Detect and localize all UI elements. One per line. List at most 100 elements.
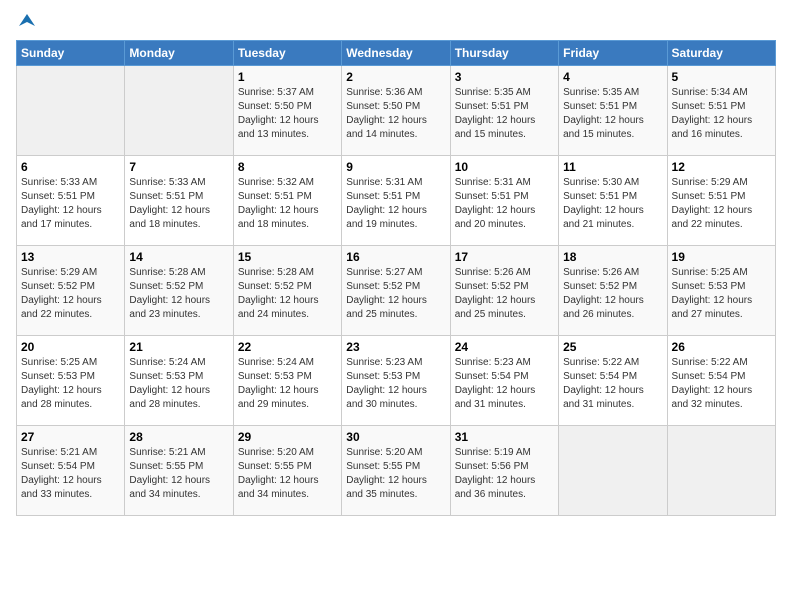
day-info: Sunrise: 5:29 AM Sunset: 5:51 PM Dayligh… [672,176,771,232]
day-info: Sunrise: 5:24 AM Sunset: 5:53 PM Dayligh… [238,356,337,412]
day-info: Sunrise: 5:20 AM Sunset: 5:55 PM Dayligh… [346,446,445,502]
day-info: Sunrise: 5:28 AM Sunset: 5:52 PM Dayligh… [238,266,337,322]
week-row-1: 1 Sunrise: 5:37 AM Sunset: 5:50 PM Daylig… [17,66,776,156]
day-info: Sunrise: 5:22 AM Sunset: 5:54 PM Dayligh… [563,356,662,412]
day-number: 12 [672,160,771,174]
col-header-saturday: Saturday [667,41,775,66]
day-cell: 8 Sunrise: 5:32 AM Sunset: 5:51 PM Daylig… [233,156,341,246]
day-number: 28 [129,430,228,444]
day-info: Sunrise: 5:33 AM Sunset: 5:51 PM Dayligh… [21,176,120,232]
day-number: 9 [346,160,445,174]
day-number: 14 [129,250,228,264]
day-number: 26 [672,340,771,354]
day-cell [17,66,125,156]
col-header-tuesday: Tuesday [233,41,341,66]
day-number: 11 [563,160,662,174]
day-number: 4 [563,70,662,84]
day-cell: 22Sunrise: 5:24 AM Sunset: 5:53 PM Dayli… [233,336,341,426]
week-row-3: 13 Sunrise: 5:29 AM Sunset: 5:52 PM Dayli… [17,246,776,336]
day-cell: 12 Sunrise: 5:29 AM Sunset: 5:51 PM Dayli… [667,156,775,246]
day-info: Sunrise: 5:36 AM Sunset: 5:50 PM Dayligh… [346,86,445,142]
day-info: Sunrise: 5:23 AM Sunset: 5:54 PM Dayligh… [455,356,554,412]
day-cell: 20 Sunrise: 5:25 AM Sunset: 5:53 PM Dayli… [17,336,125,426]
day-number: 3 [455,70,554,84]
day-cell: 3 Sunrise: 5:35 AM Sunset: 5:51 PM Daylig… [450,66,558,156]
day-cell: 15 Sunrise: 5:28 AM Sunset: 5:52 PM Dayli… [233,246,341,336]
day-cell: 4 Sunrise: 5:35 AM Sunset: 5:51 PM Daylig… [559,66,667,156]
day-number: 16 [346,250,445,264]
day-number: 20 [21,340,120,354]
day-cell: 11 Sunrise: 5:30 AM Sunset: 5:51 PM Dayli… [559,156,667,246]
day-number: 10 [455,160,554,174]
day-number: 17 [455,250,554,264]
day-info: Sunrise: 5:27 AM Sunset: 5:52 PM Dayligh… [346,266,445,322]
day-number: 1 [238,70,337,84]
day-cell: 29 Sunrise: 5:20 AM Sunset: 5:55 PM Dayli… [233,426,341,516]
day-cell [667,426,775,516]
day-cell: 18 Sunrise: 5:26 AM Sunset: 5:52 PM Dayli… [559,246,667,336]
day-info: Sunrise: 5:19 AM Sunset: 5:56 PM Dayligh… [455,446,554,502]
day-number: 7 [129,160,228,174]
day-cell: 17 Sunrise: 5:26 AM Sunset: 5:52 PM Dayli… [450,246,558,336]
day-number: 29 [238,430,337,444]
day-cell: 1 Sunrise: 5:37 AM Sunset: 5:50 PM Daylig… [233,66,341,156]
day-number: 23 [346,340,445,354]
day-info: Sunrise: 5:33 AM Sunset: 5:51 PM Dayligh… [129,176,228,232]
day-info: Sunrise: 5:29 AM Sunset: 5:52 PM Dayligh… [21,266,120,322]
day-cell: 19Sunrise: 5:25 AM Sunset: 5:53 PM Dayli… [667,246,775,336]
day-cell [559,426,667,516]
day-number: 24 [455,340,554,354]
day-cell: 10 Sunrise: 5:31 AM Sunset: 5:51 PM Dayli… [450,156,558,246]
header [16,16,776,30]
day-info: Sunrise: 5:21 AM Sunset: 5:54 PM Dayligh… [21,446,120,502]
day-info: Sunrise: 5:26 AM Sunset: 5:52 PM Dayligh… [563,266,662,322]
day-info: Sunrise: 5:31 AM Sunset: 5:51 PM Dayligh… [455,176,554,232]
col-header-monday: Monday [125,41,233,66]
day-cell: 14 Sunrise: 5:28 AM Sunset: 5:52 PM Dayli… [125,246,233,336]
day-info: Sunrise: 5:35 AM Sunset: 5:51 PM Dayligh… [563,86,662,142]
day-info: Sunrise: 5:25 AM Sunset: 5:53 PM Dayligh… [21,356,120,412]
day-cell: 21Sunrise: 5:24 AM Sunset: 5:53 PM Dayli… [125,336,233,426]
day-info: Sunrise: 5:30 AM Sunset: 5:51 PM Dayligh… [563,176,662,232]
calendar-table: SundayMondayTuesdayWednesdayThursdayFrid… [16,40,776,516]
day-cell: 5 Sunrise: 5:34 AM Sunset: 5:51 PM Daylig… [667,66,775,156]
day-cell: 7 Sunrise: 5:33 AM Sunset: 5:51 PM Daylig… [125,156,233,246]
day-info: Sunrise: 5:34 AM Sunset: 5:51 PM Dayligh… [672,86,771,142]
day-cell: 25 Sunrise: 5:22 AM Sunset: 5:54 PM Dayli… [559,336,667,426]
day-info: Sunrise: 5:37 AM Sunset: 5:50 PM Dayligh… [238,86,337,142]
col-header-thursday: Thursday [450,41,558,66]
day-cell: 9Sunrise: 5:31 AM Sunset: 5:51 PM Daylig… [342,156,450,246]
day-number: 2 [346,70,445,84]
day-cell: 26 Sunrise: 5:22 AM Sunset: 5:54 PM Dayli… [667,336,775,426]
day-number: 5 [672,70,771,84]
week-row-4: 20 Sunrise: 5:25 AM Sunset: 5:53 PM Dayli… [17,336,776,426]
day-cell: 24 Sunrise: 5:23 AM Sunset: 5:54 PM Dayli… [450,336,558,426]
day-cell [125,66,233,156]
day-info: Sunrise: 5:35 AM Sunset: 5:51 PM Dayligh… [455,86,554,142]
day-cell: 30Sunrise: 5:20 AM Sunset: 5:55 PM Dayli… [342,426,450,516]
day-number: 15 [238,250,337,264]
day-cell: 6 Sunrise: 5:33 AM Sunset: 5:51 PM Daylig… [17,156,125,246]
week-row-5: 27 Sunrise: 5:21 AM Sunset: 5:54 PM Dayli… [17,426,776,516]
col-header-friday: Friday [559,41,667,66]
day-cell: 28 Sunrise: 5:21 AM Sunset: 5:55 PM Dayli… [125,426,233,516]
col-header-sunday: Sunday [17,41,125,66]
day-info: Sunrise: 5:26 AM Sunset: 5:52 PM Dayligh… [455,266,554,322]
day-number: 19 [672,250,771,264]
day-cell: 13 Sunrise: 5:29 AM Sunset: 5:52 PM Dayli… [17,246,125,336]
logo-bird-icon [17,12,37,32]
day-info: Sunrise: 5:32 AM Sunset: 5:51 PM Dayligh… [238,176,337,232]
day-number: 18 [563,250,662,264]
day-number: 13 [21,250,120,264]
day-number: 8 [238,160,337,174]
day-info: Sunrise: 5:21 AM Sunset: 5:55 PM Dayligh… [129,446,228,502]
day-number: 27 [21,430,120,444]
day-info: Sunrise: 5:20 AM Sunset: 5:55 PM Dayligh… [238,446,337,502]
day-info: Sunrise: 5:22 AM Sunset: 5:54 PM Dayligh… [672,356,771,412]
col-header-wednesday: Wednesday [342,41,450,66]
day-number: 6 [21,160,120,174]
day-number: 25 [563,340,662,354]
day-number: 21 [129,340,228,354]
day-info: Sunrise: 5:23 AM Sunset: 5:53 PM Dayligh… [346,356,445,412]
day-info: Sunrise: 5:28 AM Sunset: 5:52 PM Dayligh… [129,266,228,322]
